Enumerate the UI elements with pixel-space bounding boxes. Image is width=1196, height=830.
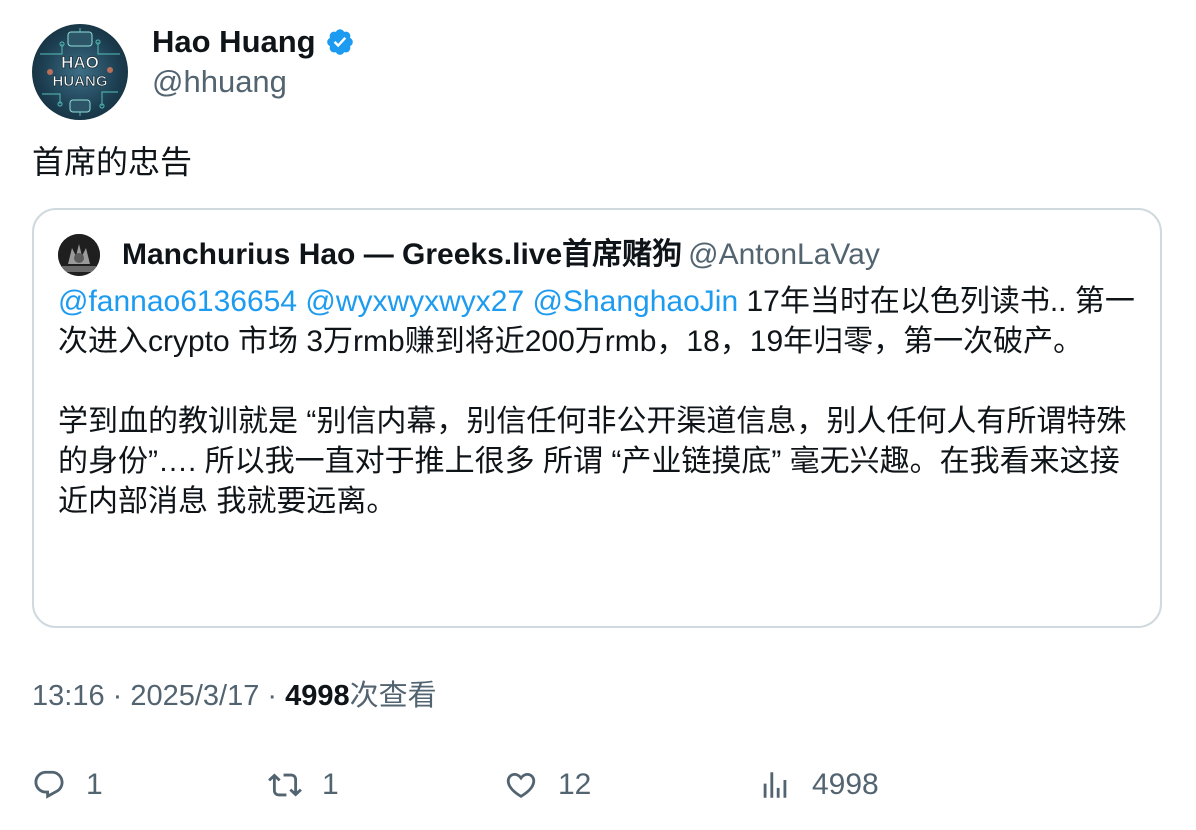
repost-icon: [268, 773, 302, 797]
meta-separator: ·: [104, 680, 131, 712]
like-button[interactable]: 12: [504, 760, 591, 810]
repost-button[interactable]: 1: [268, 760, 339, 810]
views-count-action: 4998: [812, 768, 879, 801]
tweet-page: HAO HUANG Hao Huang @hhuang 首席的忠告 Manchu…: [0, 0, 1196, 830]
mention-link[interactable]: @fannao6136654: [58, 285, 297, 318]
quoted-tweet-card[interactable]: Manchurius Hao — Greeks.live首席赌狗 @AntonLa…: [32, 208, 1162, 628]
repost-count: 1: [322, 768, 339, 801]
reply-icon: [34, 770, 64, 799]
reply-count: 1: [86, 768, 103, 801]
tweet-text: 首席的忠告: [32, 144, 193, 180]
heart-icon: [506, 772, 536, 798]
avatar-text-line2: HUANG: [53, 73, 108, 90]
author-handle[interactable]: @hhuang: [152, 62, 287, 102]
quoted-author-name[interactable]: Manchurius Hao — Greeks.live首席赌狗: [122, 238, 682, 271]
mention-link[interactable]: @wyxwyxwyx27: [305, 285, 524, 318]
quoted-tweet-header: Manchurius Hao — Greeks.live首席赌狗 @AntonLa…: [122, 232, 880, 278]
tweet-time[interactable]: 13:16: [32, 680, 105, 712]
tweet-date[interactable]: 2025/3/17: [130, 680, 259, 712]
meta-separator: ·: [259, 680, 286, 712]
action-bar: 1 1 12 4998: [0, 760, 1196, 810]
avatar-image: HAO HUANG: [40, 28, 120, 116]
author-avatar[interactable]: HAO HUANG: [32, 24, 128, 120]
views-count: 4998: [285, 680, 350, 712]
views-button[interactable]: 4998: [758, 760, 879, 810]
verified-badge-icon[interactable]: [325, 27, 355, 57]
quoted-paragraph-1: @fannao6136654 @wyxwyxwyx27 @ShanghaoJin…: [58, 282, 1148, 362]
quoted-tweet-body: @fannao6136654 @wyxwyxwyx27 @ShanghaoJin…: [58, 282, 1148, 522]
avatar-text-line1: HAO: [61, 53, 99, 72]
mention-link[interactable]: @ShanghaoJin: [533, 285, 739, 318]
author-name-text: Hao Huang: [152, 24, 316, 59]
quoted-author-avatar[interactable]: [58, 234, 100, 276]
tweet-meta: 13:16 · 2025/3/17 · 4998次查看: [32, 676, 437, 716]
quoted-author-handle[interactable]: @AntonLaVay: [688, 238, 880, 271]
quoted-avatar-image: [58, 234, 100, 276]
views-chart-icon: [763, 772, 787, 798]
views-label: 次查看: [349, 680, 437, 712]
author-name[interactable]: Hao Huang: [152, 22, 355, 62]
reply-button[interactable]: 1: [32, 760, 103, 810]
like-count: 12: [558, 768, 592, 801]
quoted-paragraph-2: 学到血的教训就是 “别信内幕，别信任何非公开渠道信息，别人任何人有所谓特殊的身份…: [58, 405, 1127, 518]
